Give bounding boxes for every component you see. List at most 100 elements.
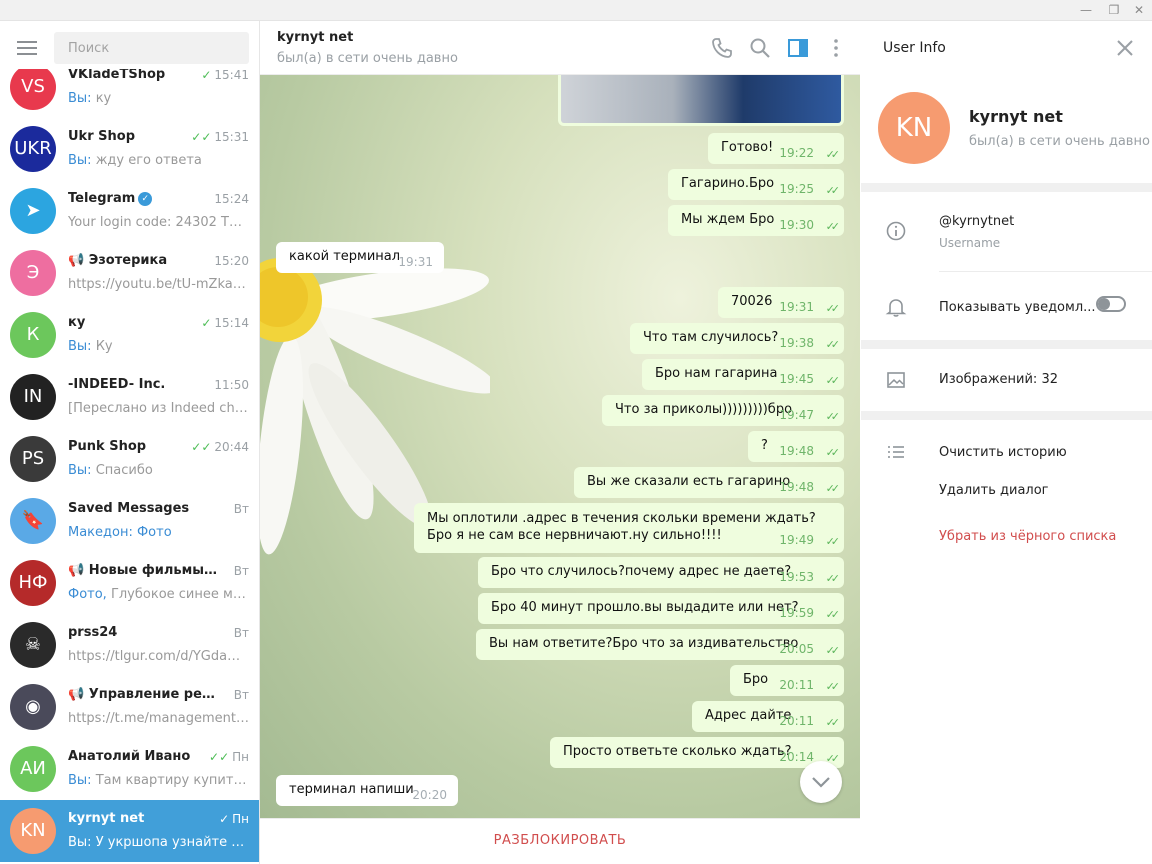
actions-section: Очистить историю Удалить диалог Убрать и…	[861, 420, 1152, 864]
message-time: 20:20	[412, 788, 447, 802]
image-icon	[887, 372, 905, 388]
chat-time: Вт	[233, 502, 249, 516]
outgoing-message[interactable]: Бро нам гагарина 19:45 ✓✓	[642, 359, 844, 390]
chat-preview: https://tlgur.com/d/YGdaQJQg	[68, 649, 250, 664]
message-text: Вы же сказали есть гагарино	[587, 474, 791, 489]
avatar: 🔖	[10, 498, 56, 544]
chat-list-item[interactable]: Э 📢 Эзотерика 15:20 https://youtu.be/tU-mZk…	[0, 242, 259, 304]
unblock-button[interactable]: РАЗБЛОКИРОВАТЬ	[260, 818, 860, 864]
incoming-message[interactable]: какой терминал 19:31	[276, 242, 444, 273]
search-icon[interactable]	[748, 36, 772, 60]
chat-name: Анатолий Ивано	[68, 749, 191, 764]
delete-dialog-button[interactable]: Удалить диалог	[939, 483, 1049, 498]
images-count-link[interactable]: Изображений: 32	[939, 372, 1058, 387]
sidebar-toggle-icon[interactable]	[786, 36, 810, 60]
message-text: Бро что случилось?почему адрес не даете?	[491, 564, 792, 579]
chat-list-item[interactable]: АИ Анатолий Ивано ✓✓ Пн Вы: Там квартиру куп…	[0, 738, 259, 800]
more-options-icon[interactable]	[824, 36, 848, 60]
outgoing-message[interactable]: Что там случилось? 19:38 ✓✓	[630, 323, 844, 354]
chat-preview: https://t.me/management_o...	[68, 711, 250, 726]
info-icon	[886, 221, 906, 241]
unblacklist-button[interactable]: Убрать из чёрного списка	[939, 529, 1116, 544]
conversation-panel: kyrnyt net был(а) в сети очень давно Гот…	[260, 21, 860, 864]
search-input[interactable]	[54, 32, 249, 64]
phone-icon[interactable]	[710, 36, 734, 60]
chat-preview: [Переслано из Indeed chann...	[68, 401, 250, 416]
username-value[interactable]: @kyrnytnet	[939, 214, 1014, 229]
message-text: Мы оплотили .адрес в течения скольки вре…	[427, 511, 816, 543]
chat-list-item[interactable]: Кку ✓ 15:14 Вы: Ку	[0, 304, 259, 366]
chat-preview: Вы: Там квартиру купить ...	[68, 773, 250, 788]
double-check-icon: ✓✓	[825, 184, 841, 197]
chevron-down-icon	[812, 777, 830, 788]
peer-name[interactable]: kyrnyt net	[277, 30, 353, 45]
close-window-button[interactable]: ✕	[1126, 0, 1152, 21]
chat-time: 11:50	[214, 378, 249, 392]
chat-list-item[interactable]: PS Punk Shop ✓✓ 20:44 Вы: Спасибо	[0, 428, 259, 490]
conversation-header: kyrnyt net был(а) в сети очень давно	[260, 21, 860, 75]
chat-preview: Вы: У укршопа узнайте я у ...	[68, 835, 250, 850]
chat-preview: Вы: Ку	[68, 339, 113, 354]
outgoing-message[interactable]: ? 19:48 ✓✓	[748, 431, 844, 462]
double-check-icon: ✓✓	[825, 338, 841, 351]
close-icon[interactable]	[1115, 38, 1135, 58]
message-time: 19:53	[779, 570, 814, 584]
incoming-message[interactable]: терминал напиши 20:20	[276, 775, 458, 806]
outgoing-message[interactable]: Бро 20:11 ✓✓	[730, 665, 844, 696]
chat-list-item[interactable]: KN kyrnyt net ✓ Пн Вы: У укршопа узнайте я у…	[0, 800, 259, 862]
read-check-icon: ✓✓	[209, 750, 230, 764]
chat-list-item[interactable]: IN -INDEED- Inc. 11:50 [Переслано из Indeed…	[0, 366, 259, 428]
message-time: 19:31	[398, 255, 433, 269]
chat-time: 15:24	[214, 192, 249, 206]
chat-list-item[interactable]: 🔖 Saved Messages Вт Македон: Фото	[0, 490, 259, 552]
message-time: 19:30	[779, 218, 814, 232]
outgoing-message[interactable]: Мы ждем Бро 19:30 ✓✓	[668, 205, 844, 236]
message-text: Готово!	[721, 140, 774, 155]
chat-name: ку	[68, 315, 86, 330]
minimize-button[interactable]: —	[1073, 0, 1099, 21]
chat-time: Вт	[233, 688, 249, 702]
outgoing-message[interactable]: Адрес дайте 20:11 ✓✓	[692, 701, 844, 732]
photo-message[interactable]	[558, 75, 844, 126]
outgoing-message[interactable]: Бро что случилось?почему адрес не даете?…	[478, 557, 844, 588]
message-text: Мы ждем Бро	[681, 212, 775, 227]
avatar[interactable]: KN	[878, 92, 950, 164]
clear-history-button[interactable]: Очистить историю	[939, 445, 1067, 460]
double-check-icon: ✓✓	[825, 410, 841, 423]
chat-list-item[interactable]: UKR Ukr Shop ✓✓ 15:31 Вы: жду его ответа	[0, 118, 259, 180]
outgoing-message[interactable]: Вы же сказали есть гагарино 19:48 ✓✓	[574, 467, 844, 498]
outgoing-message[interactable]: Готово! 19:22 ✓✓	[708, 133, 844, 164]
outgoing-message[interactable]: Вы нам ответите?Бро что за издивательств…	[476, 629, 844, 660]
avatar: ☠	[10, 622, 56, 668]
chat-name: prss24	[68, 625, 118, 640]
message-time: 19:25	[779, 182, 814, 196]
chat-list-item[interactable]: ☠ prss24 Вт https://tlgur.com/d/YGdaQJQg	[0, 614, 259, 676]
user-details-section: @kyrnytnet Username Показывать уведомл..…	[861, 192, 1152, 340]
chat-list-item[interactable]: ➤ Telegram ✓ 15:24 Your login code: 24302 Th…	[0, 180, 259, 242]
read-check-icon: ✓	[219, 812, 230, 826]
media-section: Изображений: 32	[861, 349, 1152, 411]
message-area[interactable]: Готово! 19:22 ✓✓ Гагарино.Бро 19:25 ✓✓ Мы ждем…	[260, 75, 860, 818]
message-time: 19:45	[779, 372, 814, 386]
message-text: какой терминал	[289, 249, 401, 264]
notifications-toggle[interactable]	[1096, 296, 1126, 312]
chat-time: ✓ 15:14	[201, 316, 249, 330]
outgoing-message[interactable]: Что за приколы)))))))))бро 19:47 ✓✓	[602, 395, 844, 426]
outgoing-message[interactable]: 70026 19:31 ✓✓	[718, 287, 844, 318]
scroll-down-button[interactable]	[800, 761, 842, 803]
outgoing-message[interactable]: Гагарино.Бро 19:25 ✓✓	[668, 169, 844, 200]
message-time: 19:22	[779, 146, 814, 160]
double-check-icon: ✓✓	[825, 716, 841, 729]
chat-list-item[interactable]: ◉ 📢 Управление реальн... Вт https://t.me/ma…	[0, 676, 259, 738]
menu-icon[interactable]	[17, 41, 37, 55]
chat-preview: Вы: жду его ответа	[68, 153, 202, 168]
chat-list-item[interactable]: НФ 📢 Новые фильмы он... Вт Фото, Глубокое с…	[0, 552, 259, 614]
outgoing-message[interactable]: Мы оплотили .адрес в течения скольки вре…	[414, 503, 844, 553]
maximize-button[interactable]: ❐	[1101, 0, 1127, 21]
outgoing-message[interactable]: Бро 40 минут прошло.вы выдадите или нет?…	[478, 593, 844, 624]
read-check-icon: ✓✓	[191, 440, 212, 454]
chat-time: ✓✓ 20:44	[191, 440, 249, 454]
avatar: VS	[10, 64, 56, 110]
message-time: 20:11	[779, 714, 814, 728]
notifications-label: Показывать уведомл...	[939, 300, 1096, 315]
